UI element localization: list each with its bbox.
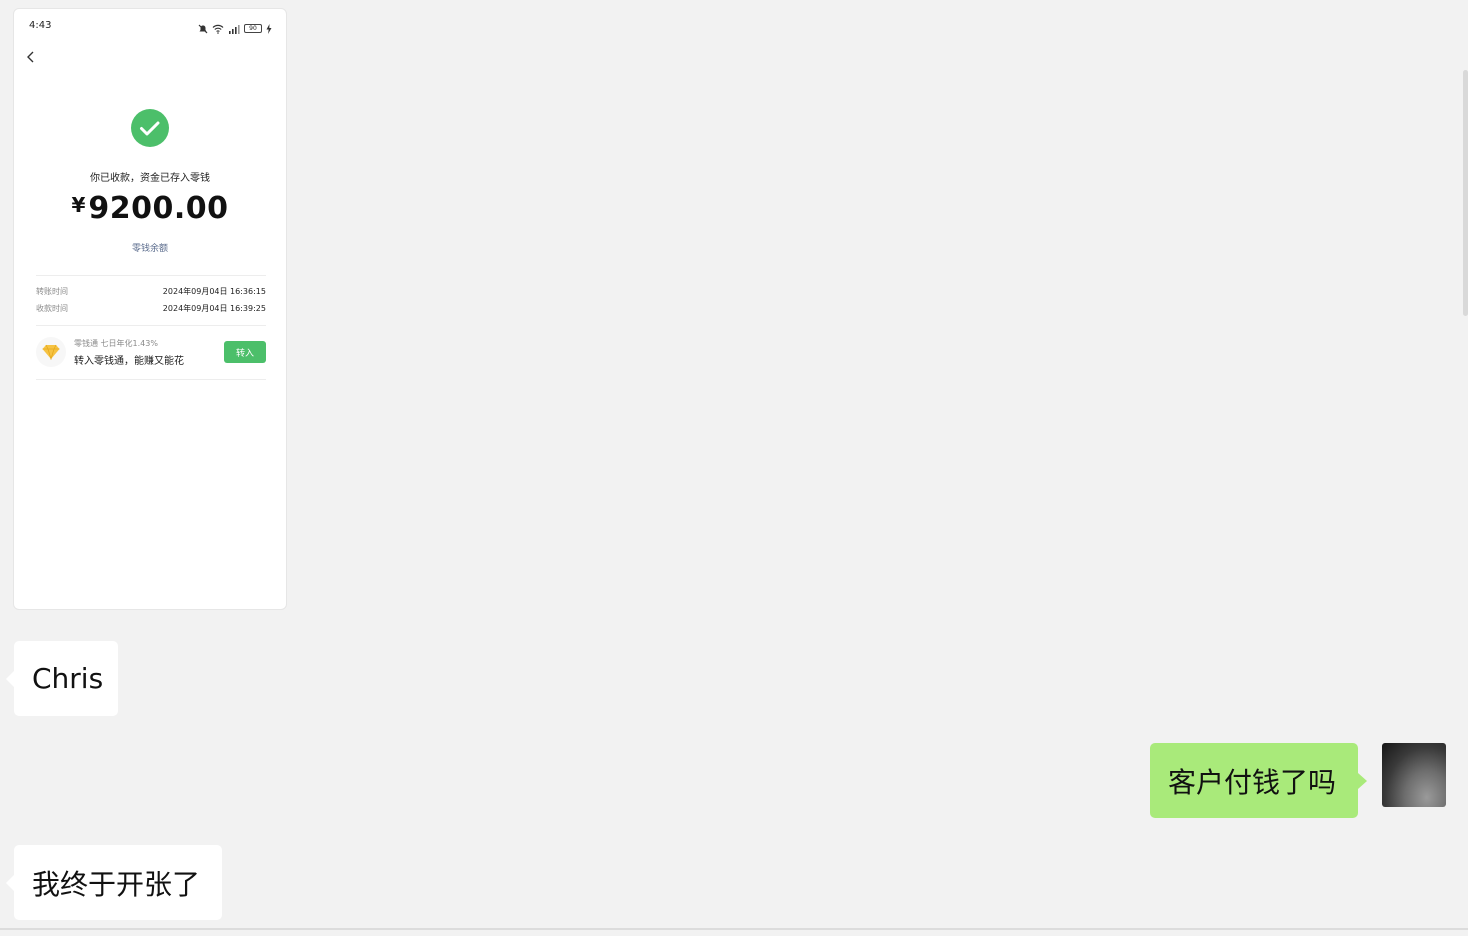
transfer-time-label: 转账时间 <box>36 287 68 296</box>
message-bubble-incoming[interactable]: Chris <box>6 641 118 716</box>
status-bar: 4:43 90 <box>14 9 286 43</box>
amount-value: 9200.00 <box>88 191 229 226</box>
battery-icon: 90 <box>244 24 262 33</box>
receive-time-label: 收款时间 <box>36 304 68 313</box>
message-bubble-incoming[interactable]: 我终于开张了 <box>6 845 222 920</box>
lqt-subtitle: 零钱通 七日年化1.43% <box>74 339 158 348</box>
message-text: 我终于开张了 <box>32 867 201 901</box>
transfer-time-row: 转账时间 2024年09月04日 16:36:15 <box>36 286 266 300</box>
lqt-promo-row[interactable]: 零钱通 七日年化1.43% 转入零钱通，能赚又能花 转入 <box>36 335 266 371</box>
received-status-text: 你已收款，资金已存入零钱 <box>90 173 210 184</box>
transfer-in-button[interactable]: 转入 <box>224 341 266 363</box>
signal-icon <box>228 19 240 38</box>
balance-link[interactable]: 零钱余额 <box>14 241 286 254</box>
payment-screenshot-image[interactable]: 4:43 90 你已收款，资金已存入零钱 ¥ 9200.00 零钱余额 转账时间… <box>13 8 287 610</box>
divider <box>36 379 266 380</box>
status-time: 4:43 <box>29 20 52 31</box>
back-arrow-icon[interactable] <box>23 48 39 66</box>
check-circle-icon <box>131 109 169 147</box>
receive-time-value: 2024年09月04日 16:39:25 <box>162 304 266 313</box>
divider <box>36 275 266 276</box>
message-text: Chris <box>32 662 104 695</box>
mute-icon <box>198 19 208 38</box>
transfer-time-value: 2024年09月04日 16:36:15 <box>162 287 266 296</box>
amount-display: ¥9200.00 <box>14 191 286 226</box>
status-icons: 90 <box>198 19 272 38</box>
divider <box>36 325 266 326</box>
diamond-icon <box>36 337 66 367</box>
divider <box>0 928 1468 930</box>
message-text: 客户付钱了吗 <box>1168 765 1337 799</box>
chat-area: 4:43 90 你已收款，资金已存入零钱 ¥ 9200.00 零钱余额 转账时间… <box>0 0 1468 936</box>
receive-time-row: 收款时间 2024年09月04日 16:39:25 <box>36 303 266 317</box>
currency-symbol: ¥ <box>71 193 86 217</box>
charging-icon <box>266 19 272 38</box>
scrollbar[interactable] <box>1463 70 1468 316</box>
lqt-title: 转入零钱通，能赚又能花 <box>74 356 184 367</box>
message-bubble-outgoing[interactable]: 客户付钱了吗 <box>1150 743 1367 818</box>
avatar[interactable] <box>1382 743 1446 807</box>
wifi-icon <box>212 19 224 38</box>
